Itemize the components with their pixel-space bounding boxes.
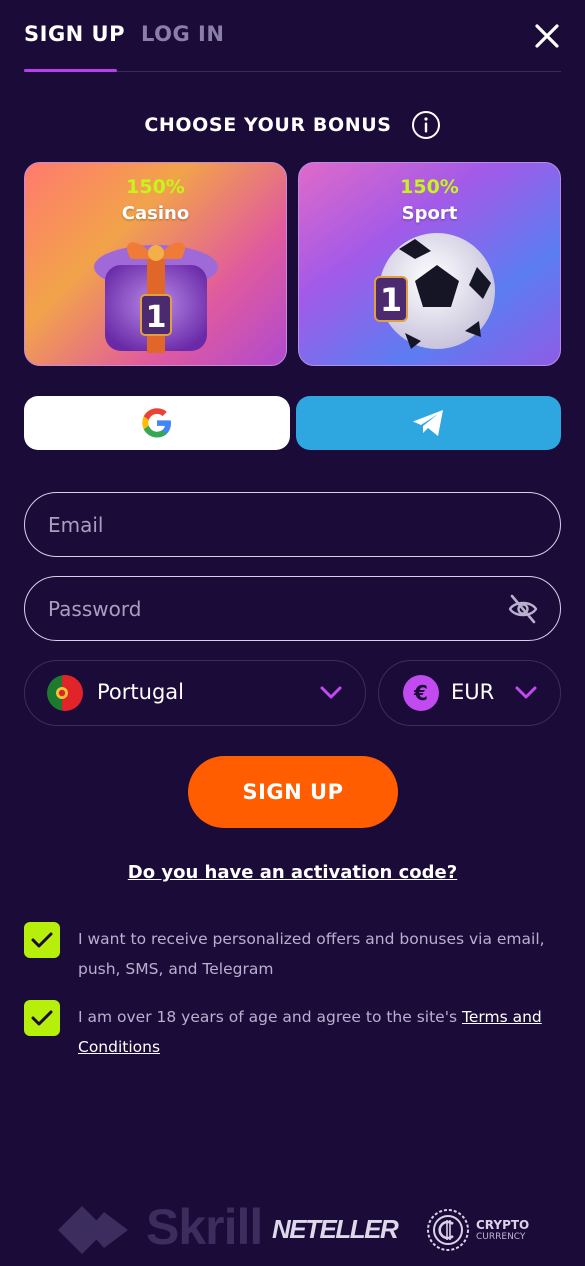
email-input[interactable] (48, 493, 488, 556)
tab-login[interactable]: LOG IN (141, 22, 224, 46)
country-select[interactable]: Portugal (24, 660, 366, 726)
neteller-logo: NETELLER (272, 1214, 399, 1244)
offers-checkbox[interactable] (24, 922, 60, 958)
eye-off-icon[interactable] (506, 592, 540, 626)
auth-tabs: SIGN UP LOG IN (24, 0, 561, 72)
chevron-down-icon (515, 686, 537, 699)
svg-text:1: 1 (145, 300, 166, 335)
skrill-logo: Skrill (146, 1199, 263, 1255)
signup-submit-button[interactable]: SIGN UP (188, 756, 398, 828)
bonus-header: CHOOSE YOUR BONUS (0, 110, 585, 142)
telegram-icon (412, 410, 443, 436)
email-field (24, 492, 561, 557)
consent-age-text: I am over 18 years of age and agree to t… (78, 1002, 548, 1062)
active-tab-indicator (24, 69, 117, 72)
bonus-card-name: Sport (401, 203, 458, 224)
info-icon[interactable] (411, 110, 441, 140)
consent-offers-text: I want to receive personalized offers an… (78, 930, 545, 978)
activation-code-link[interactable]: Do you have an activation code? (128, 862, 457, 883)
signup-page: SIGN UP LOG IN CHOOSE YOUR BONUS 150% Ca… (0, 0, 585, 1266)
currency-value: EUR (451, 680, 495, 704)
telegram-login-button[interactable] (296, 396, 561, 450)
bonus-card-name: Casino (121, 203, 190, 224)
consent-age-prefix: I am over 18 years of age and agree to t… (78, 1008, 458, 1026)
crypto-currency-icon (427, 1209, 469, 1251)
svg-text:1: 1 (379, 281, 401, 319)
payment-logos: Skrill NETELLER CRYPTO CURRENCY (0, 1196, 585, 1266)
close-icon[interactable] (533, 22, 561, 50)
bonus-title: CHOOSE YOUR BONUS (144, 114, 392, 136)
google-login-button[interactable] (24, 396, 290, 450)
tab-signup[interactable]: SIGN UP (24, 22, 125, 46)
bonus-card-percent: 150% (126, 176, 185, 198)
currency-select[interactable]: € EUR (378, 660, 561, 726)
bonus-card-casino[interactable]: 150% Casino 1 (24, 162, 287, 366)
currency-label: CURRENCY (476, 1232, 526, 1242)
payment-diamond-logo-icon (58, 1206, 128, 1254)
age-checkbox[interactable] (24, 1000, 60, 1036)
chevron-down-icon (320, 686, 342, 699)
portugal-flag-icon (47, 675, 83, 711)
password-input[interactable] (48, 577, 488, 640)
bonus-card-percent: 150% (400, 176, 459, 198)
bonus-card-sport[interactable]: 150% Sport 1 (298, 162, 561, 366)
password-field (24, 576, 561, 641)
activation-code-row: Do you have an activation code? (0, 862, 585, 883)
gift-box-icon: 1 (93, 242, 218, 353)
euro-icon: € (403, 675, 439, 711)
google-icon (142, 408, 171, 438)
crypto-label: CRYPTO (476, 1218, 530, 1232)
country-value: Portugal (97, 680, 184, 704)
soccer-ball-icon: 1 (373, 233, 495, 349)
